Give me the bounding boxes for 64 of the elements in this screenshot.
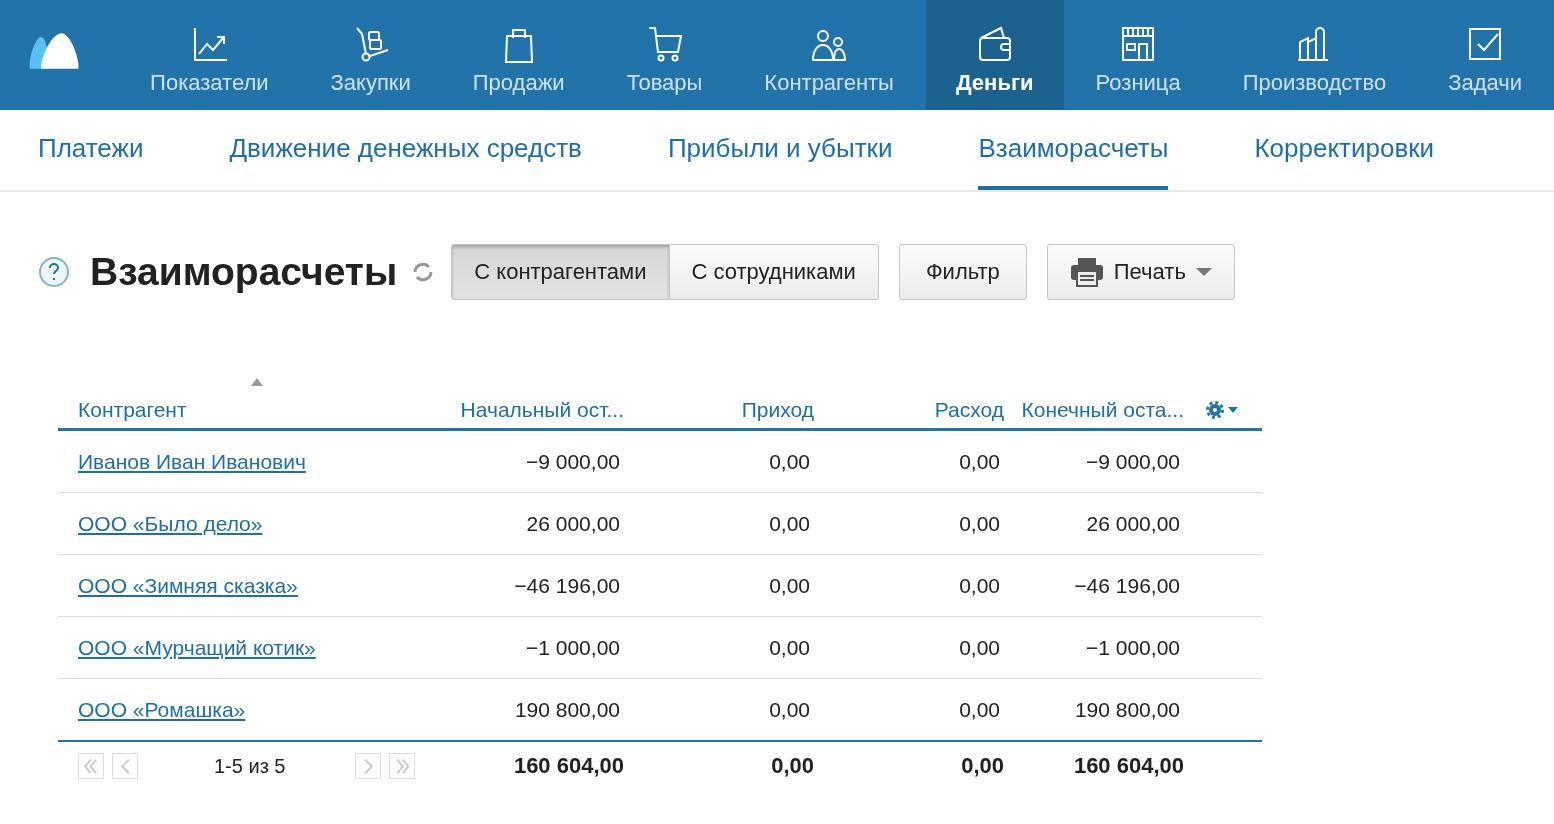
- toggle-button[interactable]: С сотрудниками: [669, 244, 879, 300]
- sub-tab[interactable]: Корректировки: [1254, 110, 1435, 190]
- total-cell-text: 160 604,00: [512, 753, 625, 779]
- table-cell-text: 190 800,00: [1073, 697, 1181, 722]
- sort-ascending-icon: [251, 378, 263, 386]
- table-cell-text: 0,00: [768, 511, 811, 536]
- counterparty-link[interactable]: ООО «Мурчащий котик»: [58, 635, 430, 660]
- table-cell-text: 0,00: [958, 697, 1001, 722]
- toggle-button[interactable]: С контрагентами: [451, 244, 670, 300]
- counterparty-link[interactable]: ООО «Зимняя сказка»: [58, 573, 430, 598]
- print-button[interactable]: Печать: [1046, 244, 1235, 300]
- table-cell-text: −1 000,00: [525, 635, 621, 660]
- sub-tab[interactable]: Прибыли и убытки: [667, 110, 893, 190]
- counterparty-link[interactable]: ООО «Было дело»: [58, 511, 430, 536]
- help-icon[interactable]: [38, 256, 70, 288]
- nav-item[interactable]: Задачи: [1418, 0, 1552, 110]
- table-cell-text: 26 000,00: [525, 511, 621, 536]
- counterparty-link[interactable]: Иванов Иван Иванович: [58, 449, 430, 474]
- nav-item[interactable]: Показатели: [120, 0, 299, 110]
- chevron-icon: [364, 758, 373, 774]
- filter-button[interactable]: Фильтр: [898, 244, 1027, 300]
- double-chevron-icon: [84, 758, 98, 774]
- nav-item[interactable]: Контрагенты: [734, 0, 924, 110]
- table-cell-text: 0,00: [958, 635, 1001, 660]
- nav-item[interactable]: Закупки: [300, 0, 441, 110]
- table-cell-text: 0,00: [768, 449, 811, 474]
- table-cell-text: 0,00: [958, 449, 1001, 474]
- nav-item[interactable]: Розница: [1065, 0, 1211, 110]
- column-header[interactable]: Начальный ост...: [430, 376, 630, 422]
- printer-icon: [1069, 257, 1104, 287]
- sub-tab[interactable]: Платежи: [38, 110, 144, 190]
- table-cell-text: 0,00: [768, 635, 811, 660]
- total-cell-text: 0,00: [770, 753, 815, 779]
- table-cell-text: −46 196,00: [513, 573, 621, 598]
- table-cell-text: 0,00: [958, 573, 1001, 598]
- column-header[interactable]: Конечный оста...: [1010, 376, 1190, 422]
- caret-icon: [1195, 267, 1212, 277]
- logo-icon: [28, 30, 81, 72]
- pagination-summary: 1-5 из 5: [214, 754, 286, 778]
- nav-item[interactable]: Производство: [1212, 0, 1417, 110]
- page-title: Взаиморасчеты: [90, 250, 398, 294]
- table-cell-text: −46 196,00: [1073, 573, 1181, 598]
- sub-tab[interactable]: Взаиморасчеты: [978, 110, 1169, 190]
- table-cell-text: 26 000,00: [1085, 511, 1181, 536]
- nav-item[interactable]: Деньги: [925, 0, 1064, 110]
- total-cell-text: 160 604,00: [1072, 753, 1185, 779]
- chevron-icon: [120, 758, 130, 774]
- table-cell-text: −9 000,00: [525, 449, 621, 474]
- nav-item[interactable]: Продажи: [442, 0, 595, 110]
- total-cell-text: 0,00: [960, 753, 1005, 779]
- table-cell-text: 0,00: [768, 697, 811, 722]
- counterparty-link[interactable]: ООО «Ромашка»: [58, 697, 430, 722]
- column-header[interactable]: Приход: [630, 376, 820, 422]
- sub-tab[interactable]: Движение денежных средств: [229, 110, 582, 190]
- column-header[interactable]: Контрагент: [58, 376, 430, 422]
- nav-item[interactable]: Товары: [596, 0, 733, 110]
- settings-icon[interactable]: [1206, 401, 1240, 419]
- table-cell-text: 0,00: [768, 573, 811, 598]
- table-cell-text: −9 000,00: [1085, 449, 1181, 474]
- table-cell-text: 190 800,00: [513, 697, 621, 722]
- table-cell-text: 0,00: [958, 511, 1001, 536]
- double-chevron-icon: [395, 758, 410, 774]
- table-cell-text: −1 000,00: [1085, 635, 1181, 660]
- column-header[interactable]: Расход: [820, 376, 1010, 422]
